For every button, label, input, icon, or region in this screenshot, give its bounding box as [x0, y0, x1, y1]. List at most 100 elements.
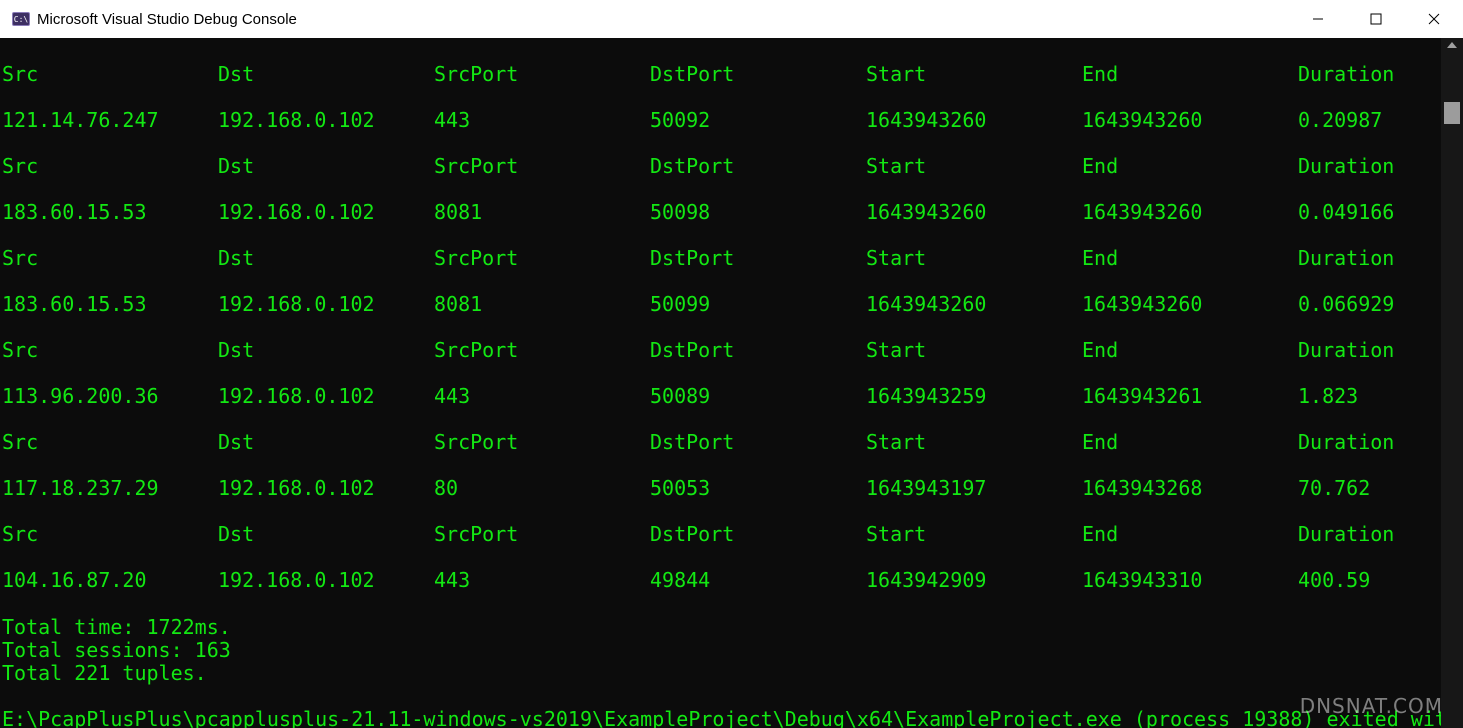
scroll-thumb[interactable] — [1444, 102, 1460, 124]
header-dst: Dst — [218, 430, 255, 454]
value-dst: 192.168.0.102 — [218, 476, 375, 500]
value-dst-port: 50099 — [650, 292, 711, 316]
value-src: 104.16.87.20 — [2, 568, 147, 592]
header-src-port: SrcPort — [434, 62, 519, 86]
value-end: 1643943310 — [1082, 568, 1203, 592]
header-dst-port: DstPort — [650, 522, 735, 546]
summary-line: Total sessions: 163 — [2, 638, 231, 662]
minimize-icon — [1313, 18, 1323, 20]
console-output[interactable]: Src Dst SrcPort DstPort Start End Duration 121.… — [0, 38, 1441, 728]
value-end: 1643943260 — [1082, 200, 1203, 224]
header-src-port: SrcPort — [434, 154, 519, 178]
close-icon — [1428, 13, 1440, 25]
header-src-port: SrcPort — [434, 522, 519, 546]
header-src: Src — [2, 430, 39, 454]
value-duration: 70.762 — [1298, 476, 1371, 500]
value-start: 1643942909 — [866, 568, 987, 592]
header-src: Src — [2, 522, 39, 546]
summary-line: Total time: 1722ms. — [2, 615, 231, 639]
maximize-button[interactable] — [1347, 0, 1405, 38]
header-src: Src — [2, 62, 39, 86]
value-duration: 0.049166 — [1298, 200, 1395, 224]
header-start: Start — [866, 522, 927, 546]
value-dst: 192.168.0.102 — [218, 292, 375, 316]
header-duration: Duration — [1298, 522, 1395, 546]
header-dst: Dst — [218, 246, 255, 270]
header-start: Start — [866, 338, 927, 362]
value-src-port: 443 — [434, 384, 471, 408]
value-dst-port: 50098 — [650, 200, 711, 224]
value-start: 1643943260 — [866, 200, 987, 224]
header-duration: Duration — [1298, 246, 1395, 270]
header-dst-port: DstPort — [650, 246, 735, 270]
header-dst-port: DstPort — [650, 338, 735, 362]
maximize-icon — [1370, 13, 1382, 25]
header-dst: Dst — [218, 338, 255, 362]
value-end: 1643943260 — [1082, 292, 1203, 316]
value-duration: 0.20987 — [1298, 108, 1383, 132]
title-bar: C:\ Microsoft Visual Studio Debug Consol… — [0, 0, 1463, 38]
value-duration: 400.59 — [1298, 568, 1371, 592]
value-src-port: 8081 — [434, 292, 483, 316]
header-duration: Duration — [1298, 430, 1395, 454]
header-src: Src — [2, 154, 39, 178]
close-button[interactable] — [1405, 0, 1463, 38]
value-dst: 192.168.0.102 — [218, 108, 375, 132]
header-end: End — [1082, 62, 1119, 86]
value-src: 113.96.200.36 — [2, 384, 159, 408]
value-src: 183.60.15.53 — [2, 200, 147, 224]
header-end: End — [1082, 338, 1119, 362]
value-dst-port: 50053 — [650, 476, 711, 500]
header-src-port: SrcPort — [434, 430, 519, 454]
header-start: Start — [866, 154, 927, 178]
value-src: 117.18.237.29 — [2, 476, 159, 500]
header-start: Start — [866, 246, 927, 270]
value-dst-port: 50089 — [650, 384, 711, 408]
header-duration: Duration — [1298, 62, 1395, 86]
value-dst-port: 50092 — [650, 108, 711, 132]
value-dst: 192.168.0.102 — [218, 200, 375, 224]
summary-line: Total 221 tuples. — [2, 661, 207, 685]
value-src: 183.60.15.53 — [2, 292, 147, 316]
header-duration: Duration — [1298, 154, 1395, 178]
value-duration: 1.823 — [1298, 384, 1359, 408]
header-dst: Dst — [218, 154, 255, 178]
value-src: 121.14.76.247 — [2, 108, 159, 132]
header-dst-port: DstPort — [650, 154, 735, 178]
header-src: Src — [2, 246, 39, 270]
value-dst: 192.168.0.102 — [218, 568, 375, 592]
value-end: 1643943268 — [1082, 476, 1203, 500]
value-duration: 0.066929 — [1298, 292, 1395, 316]
header-end: End — [1082, 430, 1119, 454]
value-src-port: 8081 — [434, 200, 483, 224]
console-app-icon: C:\ — [12, 12, 30, 26]
header-end: End — [1082, 154, 1119, 178]
window-controls — [1289, 0, 1463, 38]
header-dst-port: DstPort — [650, 62, 735, 86]
scroll-up-arrow-icon[interactable] — [1447, 42, 1457, 48]
header-src-port: SrcPort — [434, 246, 519, 270]
header-src: Src — [2, 338, 39, 362]
header-dst: Dst — [218, 62, 255, 86]
header-src-port: SrcPort — [434, 338, 519, 362]
value-dst: 192.168.0.102 — [218, 384, 375, 408]
header-end: End — [1082, 522, 1119, 546]
window-title: Microsoft Visual Studio Debug Console — [37, 10, 297, 28]
vertical-scrollbar[interactable] — [1441, 38, 1463, 728]
value-src-port: 443 — [434, 108, 471, 132]
header-end: End — [1082, 246, 1119, 270]
process-exit-line: E:\PcapPlusPlus\pcapplusplus-21.11-windo… — [2, 707, 1441, 728]
value-dst-port: 49844 — [650, 568, 711, 592]
value-src-port: 443 — [434, 568, 471, 592]
header-dst: Dst — [218, 522, 255, 546]
header-duration: Duration — [1298, 338, 1395, 362]
value-src-port: 80 — [434, 476, 459, 500]
value-start: 1643943197 — [866, 476, 987, 500]
value-start: 1643943259 — [866, 384, 987, 408]
value-end: 1643943261 — [1082, 384, 1203, 408]
header-start: Start — [866, 430, 927, 454]
header-dst-port: DstPort — [650, 430, 735, 454]
watermark: DNSNAT.COM — [1299, 694, 1443, 718]
minimize-button[interactable] — [1289, 0, 1347, 38]
value-end: 1643943260 — [1082, 108, 1203, 132]
